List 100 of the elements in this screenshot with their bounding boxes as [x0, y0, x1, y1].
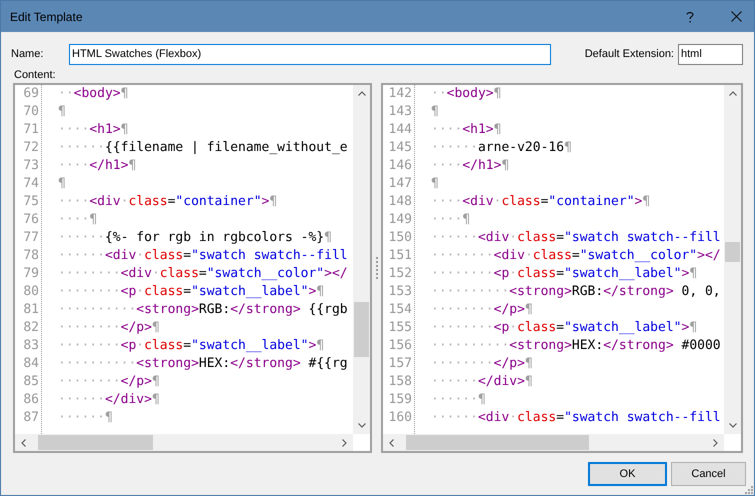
line-number: 83: [22, 337, 39, 356]
scroll-up-icon[interactable]: [728, 91, 736, 96]
line-number: 75: [22, 193, 39, 212]
code-line: ········<p·class="swatch__label">¶: [431, 319, 698, 338]
line-number: 160: [388, 409, 412, 428]
code-line: ¶: [431, 175, 439, 194]
line-number: 159: [388, 391, 412, 410]
line-number: 149: [388, 211, 412, 230]
code-line: ····¶: [58, 211, 98, 230]
code-line: ····</h1>¶: [58, 157, 136, 176]
vertical-scrollbar[interactable]: [724, 85, 741, 434]
horizontal-scrollbar[interactable]: [383, 434, 724, 451]
code-line: ······¶: [58, 409, 113, 428]
code-line: ········</p>¶: [58, 319, 160, 338]
code-line: ······arne-v20-16¶: [431, 139, 572, 158]
extension-field[interactable]: html: [678, 44, 743, 64]
code-line: ¶: [58, 175, 66, 194]
scroll-right-icon[interactable]: [713, 438, 718, 446]
name-field[interactable]: HTML Swatches (Flexbox): [69, 44, 551, 64]
line-number: 80: [22, 283, 39, 302]
code-line: ····<h1>¶: [58, 121, 128, 140]
line-number: 71: [22, 121, 39, 140]
scroll-down-icon[interactable]: [358, 423, 366, 428]
code-line: ········</p>¶: [431, 355, 533, 374]
name-label: Name:: [11, 46, 44, 62]
line-number: 70: [22, 103, 39, 122]
line-number: 69: [22, 85, 39, 104]
line-number: 147: [388, 175, 412, 194]
line-number: 85: [22, 373, 39, 392]
resize-grip-icon[interactable]: [745, 486, 753, 494]
line-number: 158: [388, 373, 412, 392]
scroll-down-icon[interactable]: [728, 423, 736, 428]
code-line: ······{%- for rgb in rgbcolors -%}¶: [58, 229, 332, 248]
scroll-left-icon[interactable]: [389, 438, 394, 446]
line-number: 157: [388, 355, 412, 374]
line-number: 84: [22, 355, 39, 374]
line-number: 78: [22, 247, 39, 266]
code-line: ········</p>¶: [431, 301, 533, 320]
content-label: Content:: [14, 68, 56, 82]
code-line: ····<div·class="container">¶: [431, 193, 650, 212]
line-number: 150: [388, 229, 412, 248]
code-line: ······<div·class="swatch swatch--fill: [431, 409, 721, 428]
vertical-scrollbar[interactable]: [353, 85, 370, 434]
code-line: ¶: [431, 103, 439, 122]
dialog-button[interactable]: Cancel: [671, 462, 746, 486]
line-number: 87: [22, 409, 39, 428]
line-number: 156: [388, 337, 412, 356]
code-line: ······<div·class="swatch swatch--fill: [58, 247, 348, 266]
line-number: 72: [22, 139, 39, 158]
code-line: ··········<strong>HEX:</strong> #{{rg: [58, 355, 348, 374]
dialog-button[interactable]: OK: [588, 462, 667, 486]
code-line: ··········<strong>RGB:</strong> 0, 0,: [431, 283, 721, 302]
close-icon[interactable]: [731, 11, 742, 22]
line-number: 74: [22, 175, 39, 194]
scroll-right-icon[interactable]: [342, 438, 347, 446]
code-line: ····<div·class="container">¶: [58, 193, 278, 212]
line-number: 148: [388, 193, 412, 212]
code-editor[interactable]: [381, 83, 743, 453]
code-line: ········<p·class="swatch__label">¶: [431, 265, 698, 284]
code-line: ······</div>¶: [431, 373, 533, 392]
code-line: ··<body>¶: [58, 85, 128, 104]
code-line: ¶: [58, 103, 66, 122]
scrollbar-thumb[interactable]: [38, 435, 153, 450]
line-number: 73: [22, 157, 39, 176]
line-number: 145: [388, 139, 412, 158]
scroll-up-icon[interactable]: [358, 91, 366, 96]
code-line: ········<div·class="swatch__color"></: [58, 265, 348, 284]
code-line: ········<p·class="swatch__label">¶: [58, 337, 324, 356]
line-number: 81: [22, 301, 39, 320]
help-icon[interactable]: [686, 10, 694, 22]
window-title: Edit Template: [10, 8, 82, 26]
code-line: ··········<strong>RGB:</strong> {{rgb: [58, 301, 348, 320]
code-line: ····</h1>¶: [431, 157, 510, 176]
code-line: ······¶: [431, 391, 486, 410]
code-line: ····<h1>¶: [431, 121, 502, 140]
line-number: 76: [22, 211, 39, 230]
code-line: ········</p>¶: [58, 373, 160, 392]
code-editor[interactable]: [13, 83, 372, 453]
scrollbar-thumb[interactable]: [406, 435, 589, 450]
code-line: ······<div·class="swatch swatch--fill: [431, 229, 721, 248]
scroll-left-icon[interactable]: [21, 438, 26, 446]
code-line: ······</div>¶: [58, 391, 160, 410]
line-number: 144: [388, 121, 412, 140]
scrollbar-thumb[interactable]: [725, 242, 740, 262]
code-line: ··········<strong>HEX:</strong> #0000: [431, 337, 721, 356]
code-line: ····¶: [431, 211, 470, 230]
line-number: 155: [388, 319, 412, 338]
line-number: 142: [388, 85, 412, 104]
extension-label: Default Extension:: [584, 46, 674, 62]
code-line: ········<div·class="swatch__color"></: [431, 247, 721, 266]
line-number: 82: [22, 319, 39, 338]
scrollbar-thumb[interactable]: [354, 302, 369, 357]
line-number: 86: [22, 391, 39, 410]
code-line: ··<body>¶: [431, 85, 502, 104]
line-number: 79: [22, 265, 39, 284]
line-number: 77: [22, 229, 39, 248]
horizontal-scrollbar[interactable]: [15, 434, 353, 451]
line-number: 153: [388, 283, 412, 302]
line-number: 152: [388, 265, 412, 284]
code-line: ······{{filename | filename_without_e: [58, 139, 348, 158]
